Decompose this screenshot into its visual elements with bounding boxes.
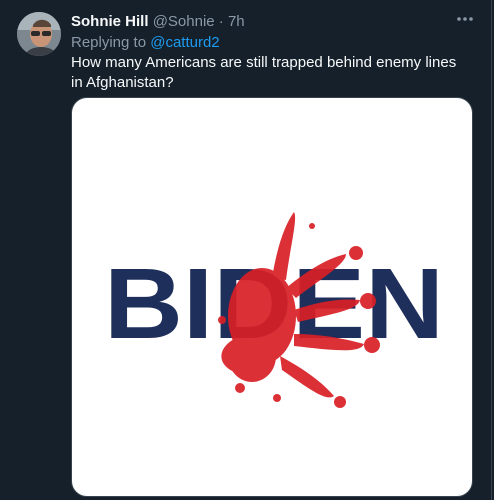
tweet-text: How many Americans are still trapped beh… — [71, 54, 457, 91]
author-handle[interactable]: @Sohnie — [153, 13, 215, 30]
tweet-card[interactable]: Sohnie Hill @Sohnie · 7h Replying to @ca… — [0, 0, 494, 500]
tweet-header: Sohnie Hill @Sohnie · 7h — [71, 12, 245, 31]
more-horizontal-icon — [457, 17, 473, 21]
replying-prefix: Replying to — [71, 34, 151, 51]
avatar-photo — [17, 12, 61, 56]
timestamp[interactable]: 7h — [228, 13, 245, 30]
biden-logo-image: BIDEN — [104, 212, 444, 408]
more-options-button[interactable] — [453, 9, 477, 29]
author-name[interactable]: Sohnie Hill — [71, 13, 149, 30]
replying-to-line: Replying to @catturd2 — [71, 33, 220, 52]
avatar[interactable] — [17, 12, 61, 56]
timeline-border — [491, 0, 492, 500]
separator-dot: · — [218, 13, 224, 30]
replying-to-handle[interactable]: @catturd2 — [150, 34, 219, 51]
tweet-image[interactable]: BIDEN — [71, 97, 473, 497]
